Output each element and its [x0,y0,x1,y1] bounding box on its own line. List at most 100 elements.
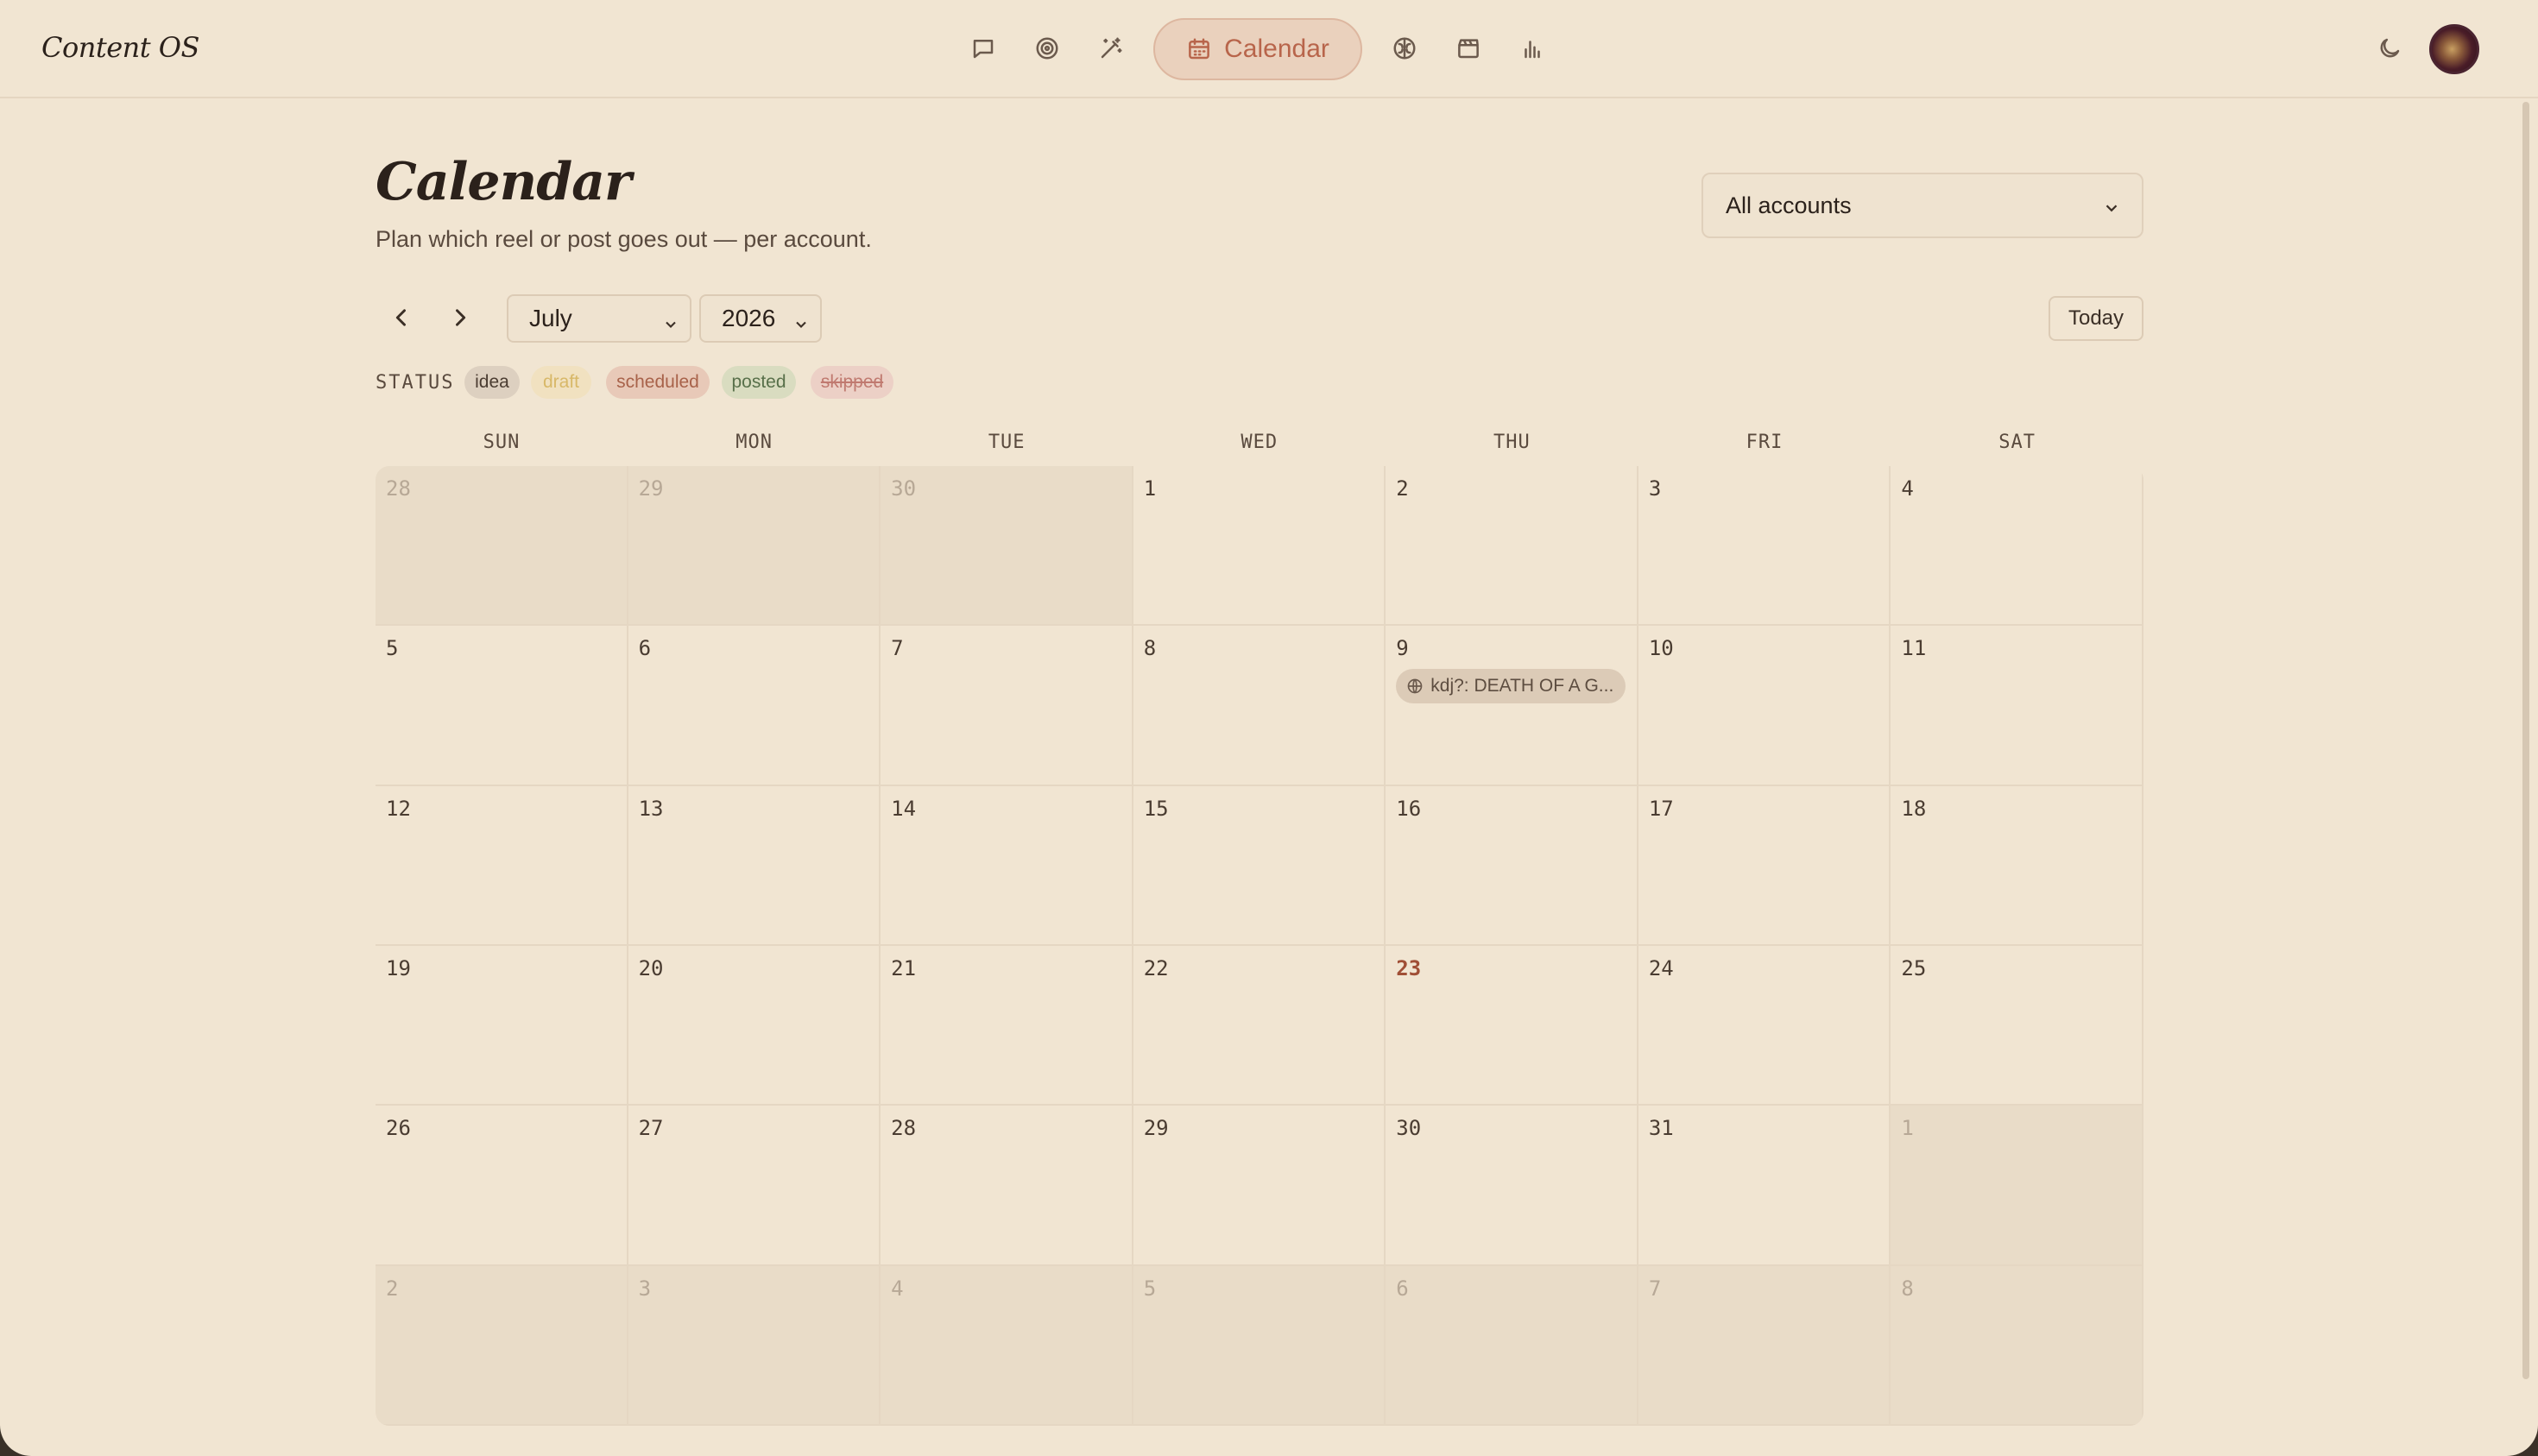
calendar-day-cell[interactable]: 10 [1638,626,1891,786]
calendar-day-cell[interactable]: 19 [376,946,628,1106]
calendar-day-cell[interactable]: 16 [1386,785,1638,946]
calendar-day-cell[interactable]: 22 [1133,946,1386,1106]
day-number: 3 [1648,476,1662,501]
calendar-day-cell[interactable]: 23 [1386,946,1638,1106]
scrollbar-thumb[interactable] [2522,102,2529,1379]
day-number: 6 [638,636,652,661]
status-chip-posted[interactable]: posted [722,366,796,399]
day-number: 2 [386,1276,399,1301]
month-select-value: July [529,305,572,331]
month-select[interactable]: July [507,294,691,343]
calendar-day-cell[interactable]: 4 [881,1265,1133,1426]
calendar-day-cell[interactable]: 20 [628,946,881,1106]
day-number: 20 [638,956,664,980]
day-number: 15 [1143,796,1169,821]
calendar-day-cell[interactable]: 13 [628,785,881,946]
clapperboard-icon[interactable] [1451,31,1486,66]
magic-wand-icon[interactable] [1094,31,1128,66]
calendar-day-cell[interactable]: 26 [376,1106,628,1266]
account-filter-value: All accounts [1726,192,1852,218]
status-chip-draft[interactable]: draft [531,366,591,399]
day-number: 22 [1143,956,1169,980]
day-number: 17 [1648,796,1674,821]
calendar-day-cell[interactable]: 1 [1891,1106,2143,1266]
calendar-day-cell[interactable]: 18 [1891,785,2143,946]
calendar-day-cell[interactable]: 6 [628,626,881,786]
calendar-day-cell[interactable]: 30 [1386,1106,1638,1266]
nav-calendar-tab[interactable]: Calendar [1153,18,1362,80]
calendar-day-cell[interactable]: 17 [1638,785,1891,946]
app-window: Content OS Calendar Calendar Plan which … [0,0,2538,1456]
calendar-day-cell[interactable]: 6 [1386,1265,1638,1426]
day-number: 7 [1648,1276,1662,1301]
calendar-day-cell[interactable]: 2 [376,1265,628,1426]
calendar-day-cell[interactable]: 5 [1133,1265,1386,1426]
calendar-day-cell[interactable]: 7 [881,626,1133,786]
weekday-mon: MON [736,432,773,453]
weekday-sun: SUN [483,432,521,453]
calendar-event-pill[interactable]: kdj?: DEATH OF A G... [1396,669,1626,704]
calendar-day-cell[interactable]: 4 [1891,466,2143,627]
day-number: 30 [1396,1116,1422,1141]
page-title: Calendar [376,152,632,212]
day-number: 24 [1648,956,1674,980]
day-number: 5 [1143,1276,1157,1301]
today-button[interactable]: Today [2049,296,2143,341]
calendar-day-cell[interactable]: 21 [881,946,1133,1106]
status-chip-scheduled[interactable]: scheduled [606,366,710,399]
calendar-day-cell[interactable]: 3 [628,1265,881,1426]
day-number: 14 [891,796,917,821]
day-number: 8 [1143,636,1157,661]
moon-icon[interactable] [2372,31,2407,66]
day-number: 10 [1648,636,1674,661]
avatar[interactable] [2429,24,2479,74]
day-number: 7 [891,636,904,661]
day-number: 11 [1901,636,1927,661]
year-select[interactable]: 2026 [699,294,822,343]
calendar-day-cell[interactable]: 11 [1891,626,2143,786]
calendar-day-cell[interactable]: 29 [1133,1106,1386,1266]
page-subtitle: Plan which reel or post goes out — per a… [376,226,872,252]
calendar-day-cell[interactable]: 7 [1638,1265,1891,1426]
day-number: 12 [386,796,411,821]
brand-logo[interactable]: Content OS [41,31,199,64]
calendar-day-cell[interactable]: 25 [1891,946,2143,1106]
weekday-sat: SAT [1998,432,2036,453]
day-number: 26 [386,1116,411,1141]
bar-chart-icon[interactable] [1515,31,1550,66]
calendar-day-cell[interactable]: 27 [628,1106,881,1266]
calendar-day-cell[interactable]: 2 [1386,466,1638,627]
day-number: 2 [1396,476,1409,501]
status-chip-skipped[interactable]: skipped [811,366,893,399]
calendar-day-cell[interactable]: 28 [376,466,628,627]
calendar-day-cell[interactable]: 12 [376,785,628,946]
calendar-day-cell[interactable]: 31 [1638,1106,1891,1266]
day-number: 5 [386,636,399,661]
calendar-day-cell[interactable]: 8 [1891,1265,2143,1426]
next-month-button[interactable] [443,300,477,335]
calendar-day-cell[interactable]: 29 [628,466,881,627]
calendar-day-cell[interactable]: 28 [881,1106,1133,1266]
calendar-day-cell[interactable]: 3 [1638,466,1891,627]
calendar-grid: 28 29 30 1 2 3 4 5 6 7 8 9 10 11 12 13 14 15 16 17 18 19 20 21 2… [376,466,2143,1426]
calendar-day-cell[interactable]: 15 [1133,785,1386,946]
brain-icon[interactable] [1387,31,1422,66]
day-number: 27 [638,1116,664,1141]
account-filter-select[interactable]: All accounts [1701,173,2143,238]
day-number: 13 [638,796,664,821]
chevron-down-icon [662,312,679,339]
day-number: 16 [1396,796,1422,821]
calendar-day-cell[interactable]: 8 [1133,626,1386,786]
status-chip-idea[interactable]: idea [464,366,520,399]
chat-icon[interactable] [966,31,1001,66]
target-icon[interactable] [1030,31,1064,66]
calendar-day-cell[interactable]: 9 [1386,626,1638,786]
day-number: 19 [386,956,411,980]
chevron-down-icon [792,312,810,339]
calendar-day-cell[interactable]: 5 [376,626,628,786]
prev-month-button[interactable] [384,300,419,335]
calendar-day-cell[interactable]: 24 [1638,946,1891,1106]
calendar-day-cell[interactable]: 14 [881,785,1133,946]
calendar-day-cell[interactable]: 30 [881,466,1133,627]
calendar-day-cell[interactable]: 1 [1133,466,1386,627]
